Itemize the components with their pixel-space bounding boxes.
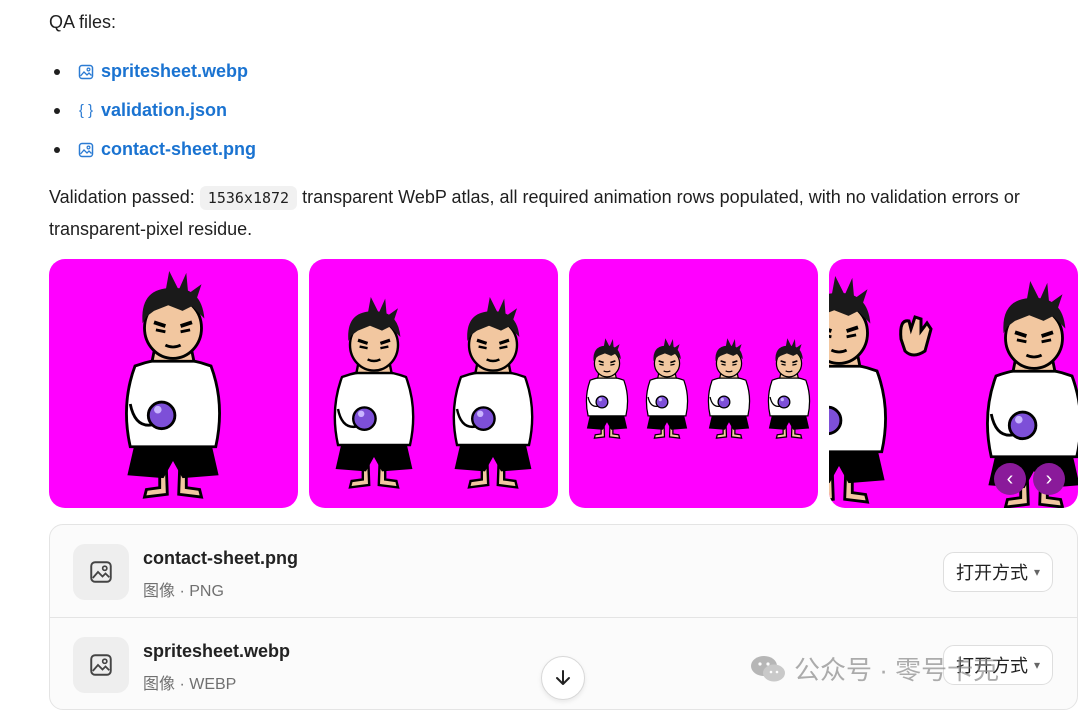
wechat-icon (751, 655, 785, 681)
validation-prefix: Validation passed: (49, 187, 195, 207)
contact-sheet-link[interactable]: contact-sheet.png (101, 139, 256, 160)
json-braces-icon: { } (78, 102, 94, 119)
gallery-thumbnail-run[interactable] (569, 259, 818, 508)
open-with-button[interactable]: 打开方式 ▾ (942, 552, 1053, 592)
gallery-prev-button[interactable]: ‹ (994, 463, 1026, 495)
sprite-character-image (124, 269, 222, 500)
list-item: contact-sheet.png (49, 130, 256, 169)
validation-suffix: transparent WebP atlas, all required ani… (49, 187, 1020, 239)
sprite-character-image (333, 295, 534, 490)
gallery-next-button[interactable]: › (1033, 463, 1065, 495)
image-icon (77, 63, 95, 81)
qa-files-heading: QA files: (49, 12, 117, 32)
attachment-meta: 图像 · WEBP (143, 676, 237, 693)
atlas-dimensions-code: 1536x1872 (199, 186, 298, 210)
qa-file-list: spritesheet.webp { } validation.json con… (49, 52, 256, 169)
image-gallery: ‹ › (49, 259, 1080, 508)
attachment-name: spritesheet.webp (143, 641, 291, 661)
validation-message: Validation passed: 1536x1872 transparent… (49, 182, 1059, 245)
chevron-down-icon: ▾ (1033, 658, 1040, 672)
arrow-down-icon (556, 670, 570, 685)
open-with-label: 打开方式 (955, 563, 1028, 583)
gallery-thumbnail-idle[interactable] (49, 259, 298, 508)
watermark-text: 公众号 · 零号卡克 (794, 655, 1000, 685)
watermark: 公众号 · 零号卡克 (750, 650, 999, 687)
spritesheet-link[interactable]: spritesheet.webp (101, 61, 248, 82)
image-icon (77, 141, 95, 159)
chevron-down-icon: ▾ (1033, 565, 1040, 579)
list-item: { } validation.json (49, 91, 256, 130)
gallery-thumbnail-pair[interactable] (309, 259, 558, 508)
list-item: spritesheet.webp (49, 52, 256, 91)
sprite-character-image (585, 337, 811, 440)
image-file-icon (73, 544, 129, 600)
bullet-dot (54, 107, 60, 114)
bullet-dot (54, 146, 60, 153)
image-file-icon (73, 637, 129, 693)
attachment-name: contact-sheet.png (143, 548, 299, 568)
bullet-dot (54, 68, 60, 75)
attachment-meta: 图像 · PNG (143, 583, 224, 600)
validation-json-link[interactable]: validation.json (101, 100, 227, 121)
attachment-row[interactable]: contact-sheet.png 图像 · PNG 打开方式 ▾ (50, 525, 1077, 616)
scroll-down-button[interactable] (541, 656, 585, 700)
